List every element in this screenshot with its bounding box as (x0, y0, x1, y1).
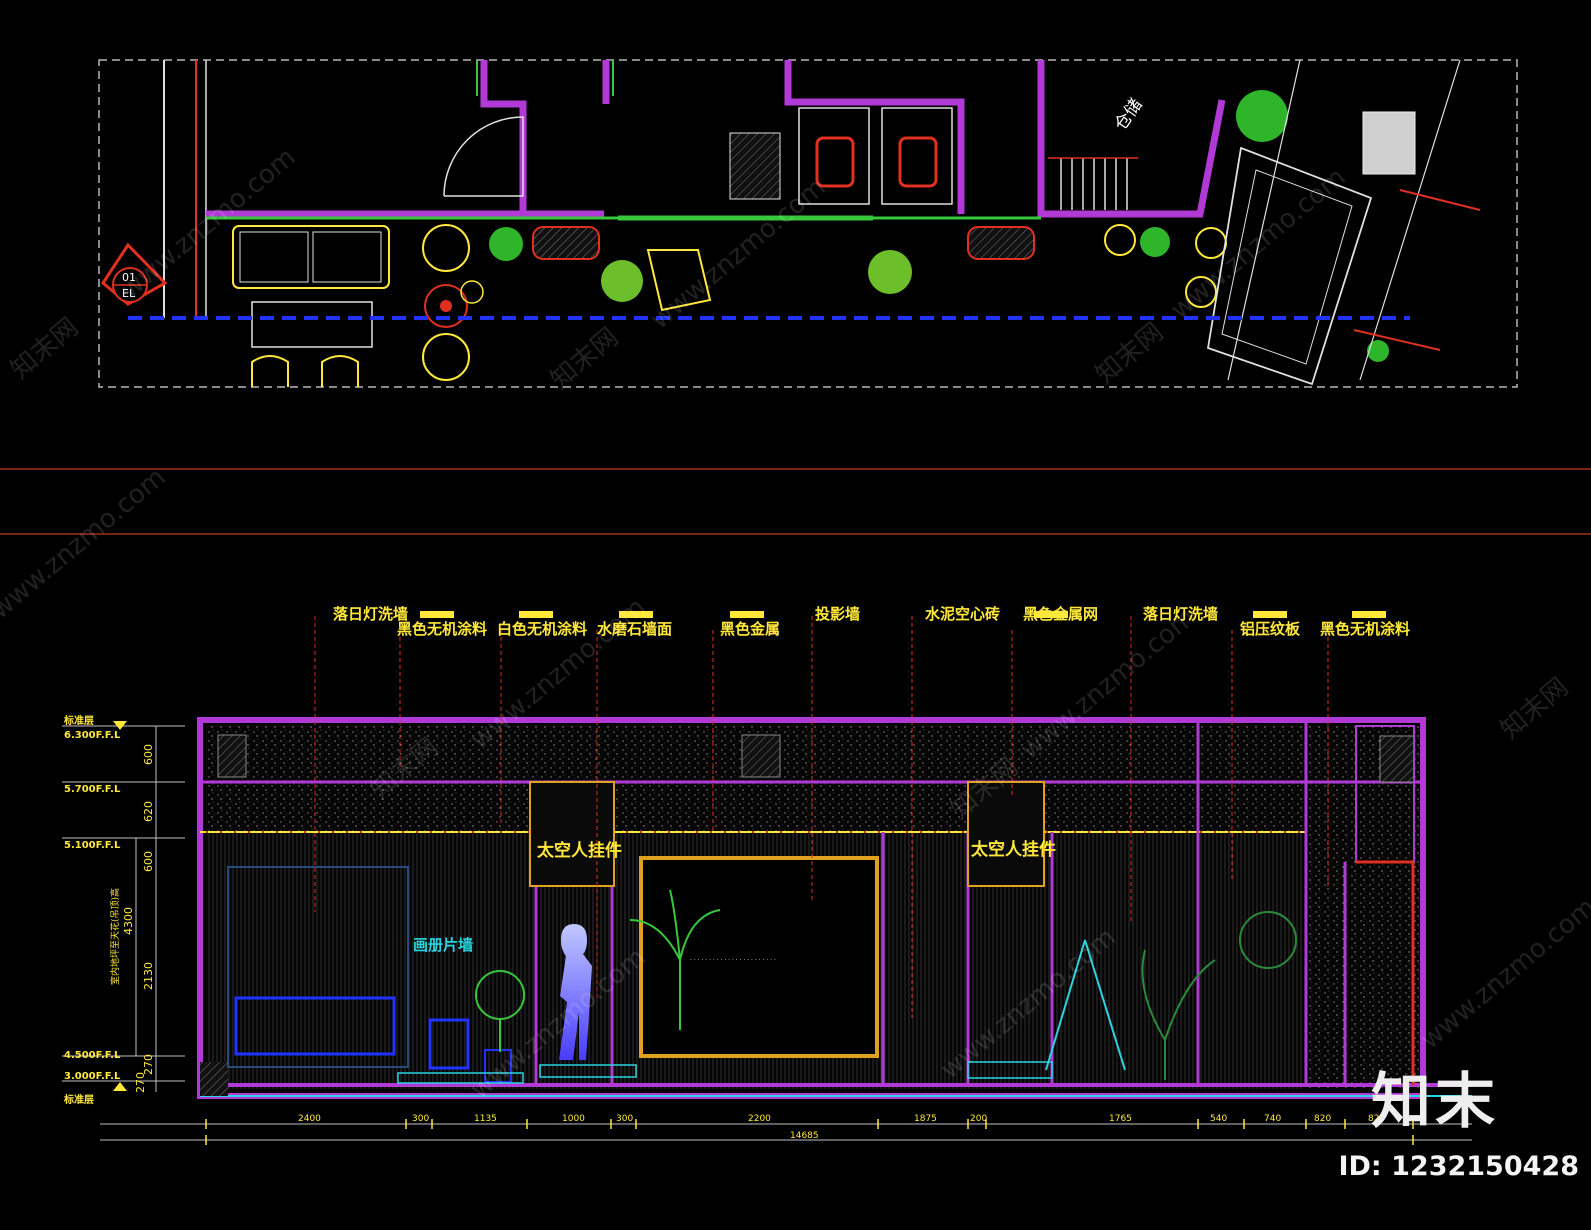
callout-label: 铝压纹板 (1240, 620, 1301, 638)
watermark-cn: 知末网 (545, 322, 624, 395)
astronaut-hanging-left: 太空人挂件 (537, 840, 622, 861)
storage-label: 仓储 (1111, 95, 1147, 134)
vertical-dim: 4300 (122, 907, 135, 935)
horizontal-dimensions: 2400 300 1135 1000 300 2200 1875 200 176… (100, 1114, 1472, 1145)
level-label: 4.500F.F.L (64, 1050, 121, 1061)
cad-drawing: 仓储 01 EL 太空人挂件 太空人挂件 · · · · · · · · · ·… (0, 59, 1591, 1145)
image-id: ID: 1232150428 (1338, 1151, 1579, 1182)
callout-label: 白色无机涂料 (497, 620, 587, 638)
callout-label: 黑色金属 (720, 620, 780, 638)
horizontal-dim: 2200 (748, 1114, 771, 1124)
elevation-view: 太空人挂件 太空人挂件 · · · · · · · · · · · · · · … (62, 605, 1472, 1145)
horizontal-dim: 1875 (914, 1114, 937, 1124)
vertical-dim: 620 (142, 801, 155, 822)
level-label: 5.100F.F.L (64, 840, 121, 851)
level-label: 6.300F.F.L (64, 730, 121, 741)
horizontal-dim: 1765 (1109, 1114, 1132, 1124)
horizontal-dim: 1000 (562, 1114, 585, 1124)
horizontal-dim: 200 (970, 1114, 987, 1124)
horizontal-dim: 540 (1210, 1114, 1227, 1124)
callout-label: 投影墙 (815, 605, 860, 623)
projection-note: · · · · · · · · · · · · · · · · · · · · … (690, 957, 776, 964)
level-label: 标准层 (63, 714, 94, 727)
vertical-dim: 600 (142, 744, 155, 765)
astronaut-hanging-right: 太空人挂件 (971, 839, 1056, 860)
vertical-dimensions: 600 620 600 4300 2130 270 270 室内地坪至天花(吊顶… (109, 726, 157, 1093)
level-label: 3.000F.F.L (64, 1071, 121, 1082)
vertical-dim: 270 (142, 1054, 155, 1075)
callout-label: 水泥空心砖 (925, 605, 1000, 623)
horizontal-dim: 1135 (474, 1114, 497, 1124)
vertical-note: 室内地坪至天花(吊顶)高 (109, 888, 121, 985)
vertical-dim: 270 (134, 1072, 147, 1093)
watermark-cn: 知末网 (1495, 672, 1574, 745)
watermark-cn: 知末网 (1090, 317, 1169, 390)
plan-plants (489, 90, 1389, 362)
callout-label: 黑色无机涂料 (1320, 620, 1410, 638)
stair (1048, 157, 1138, 210)
callout-label: 黑色金属网 (1023, 605, 1098, 623)
horizontal-dim: 300 (616, 1114, 633, 1124)
horizontal-dim: 740 (1264, 1114, 1281, 1124)
level-label: 5.700F.F.L (64, 784, 121, 795)
vertical-dim: 600 (142, 851, 155, 872)
total-dim: 14685 (790, 1131, 819, 1141)
plan-walls (206, 60, 1226, 218)
horizontal-dim: 300 (412, 1114, 429, 1124)
wall-label: 画册片墙 (413, 936, 473, 954)
watermark-cn: 知末网 (5, 312, 84, 385)
brand-logo: 知末 (1371, 1067, 1499, 1137)
horizontal-dim: 820 (1314, 1114, 1331, 1124)
watermark-site: www.znzmo.com (115, 142, 301, 305)
level-label: 标准层 (63, 1093, 94, 1106)
vertical-dim: 2130 (142, 962, 155, 990)
callout-label: 黑色无机涂料 (397, 620, 487, 638)
watermark-site: www.znzmo.com (1415, 892, 1591, 1055)
watermark-site: www.znzmo.com (1165, 162, 1351, 325)
horizontal-dim: 2400 (298, 1114, 321, 1124)
watermark-site: www.znzmo.com (0, 462, 172, 625)
